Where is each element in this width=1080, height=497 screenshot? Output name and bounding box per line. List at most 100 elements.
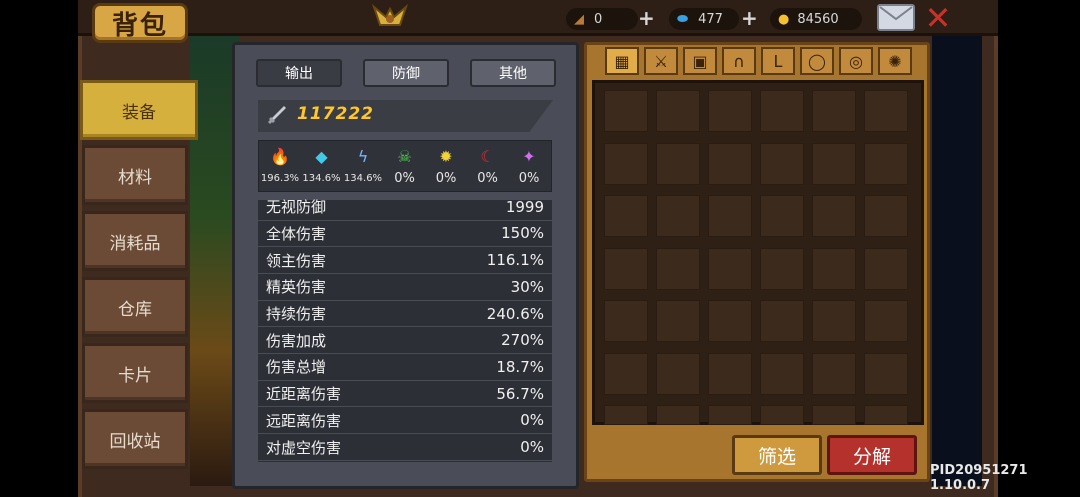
sidebar-item-warehouse[interactable]: 仓库: [82, 277, 188, 337]
inventory-slot[interactable]: [864, 90, 908, 132]
tab-other[interactable]: 其他: [470, 59, 556, 87]
stat-value: 116.1%: [486, 251, 544, 270]
inventory-slot[interactable]: [864, 195, 908, 237]
arcane-icon: ✦: [522, 147, 536, 166]
inventory-slot[interactable]: [812, 300, 856, 342]
ice-crystal-icon: ◆: [315, 147, 328, 166]
stat-value: 0%: [520, 411, 544, 430]
add-wood-button[interactable]: +: [638, 6, 655, 30]
sword-icon[interactable]: ⚔: [644, 47, 678, 75]
inventory-slot[interactable]: [708, 300, 752, 342]
inventory-slot[interactable]: [812, 195, 856, 237]
page-title: 背包: [92, 3, 188, 43]
poison-skull-icon: ☠: [397, 147, 412, 166]
inventory-slot[interactable]: [604, 90, 648, 132]
gear-accessory-icon[interactable]: ✺: [878, 47, 912, 75]
necklace-icon[interactable]: ◯: [800, 47, 834, 75]
decompose-button[interactable]: 分解: [827, 435, 917, 475]
combat-power: 117222: [297, 104, 374, 124]
sidebar-item-recycle[interactable]: 回收站: [82, 409, 188, 469]
inventory-slot[interactable]: [604, 405, 648, 425]
ring-icon[interactable]: ◎: [839, 47, 873, 75]
stat-name: 伤害总增: [266, 358, 327, 377]
inventory-slot[interactable]: [760, 352, 804, 395]
inventory-slot[interactable]: [812, 352, 856, 395]
inventory-slot[interactable]: [604, 142, 648, 185]
stat-row: 伤害总增 18.7%: [258, 354, 552, 381]
stat-value: 150%: [501, 224, 544, 243]
all-grid-icon[interactable]: ▦: [605, 47, 639, 75]
sidebar-item-equipment[interactable]: 装备: [80, 80, 198, 140]
inventory-slot[interactable]: [656, 405, 700, 425]
inventory-slot[interactable]: [864, 300, 908, 342]
add-gem-button[interactable]: +: [741, 6, 758, 30]
stat-name: 远距离伤害: [266, 411, 342, 430]
element-value: 0%: [518, 171, 540, 186]
stat-value: 1999: [505, 197, 544, 216]
stat-name: 近距离伤害: [266, 385, 342, 404]
wood-icon: ◢: [574, 11, 584, 27]
element-value: 0%: [394, 171, 415, 186]
inventory-slot[interactable]: [656, 300, 700, 342]
stat-name: 精英伤害: [266, 278, 327, 297]
close-icon[interactable]: ✕: [922, 2, 954, 34]
gold-count: 84560: [797, 11, 839, 27]
stat-row: 伤害加成 270%: [258, 328, 552, 354]
inventory-slot[interactable]: [760, 195, 804, 237]
stat-value: 0%: [520, 438, 544, 457]
inventory-slot[interactable]: [708, 352, 752, 395]
inventory-slot[interactable]: [604, 352, 648, 395]
inventory-slot[interactable]: [656, 142, 700, 185]
inventory-slot[interactable]: [708, 142, 752, 185]
inventory-slot[interactable]: [812, 247, 856, 290]
tab-defense[interactable]: 防御: [363, 59, 449, 87]
element-value: 196.3%: [260, 173, 300, 184]
tab-output[interactable]: 输出: [256, 59, 342, 87]
inventory-slot[interactable]: [760, 90, 804, 132]
stat-value: 18.7%: [496, 357, 544, 376]
gold-resource: ● 84560: [770, 8, 862, 30]
gem-count: 477: [698, 11, 723, 27]
inventory-slot[interactable]: [604, 300, 648, 342]
stat-row: 远距离伤害 0%: [258, 408, 552, 435]
element-value: 134.6%: [343, 173, 383, 184]
inventory-slot[interactable]: [656, 195, 700, 237]
inventory-slot[interactable]: [708, 247, 752, 290]
inventory-slot[interactable]: [760, 405, 804, 425]
inventory-slot[interactable]: [864, 405, 908, 425]
inventory-slot[interactable]: [760, 300, 804, 342]
helmet-icon[interactable]: ∩: [722, 47, 756, 75]
sun-icon: ✹: [439, 147, 453, 166]
inventory-slot[interactable]: [760, 247, 804, 290]
inventory-slot[interactable]: [812, 405, 856, 425]
inventory-slot[interactable]: [708, 90, 752, 132]
inventory-slot[interactable]: [656, 352, 700, 395]
inventory-slot[interactable]: [864, 142, 908, 185]
stat-row: 对虚空伤害 0%: [258, 434, 552, 461]
gem-resource: ⬬ 477: [669, 8, 739, 30]
mail-icon[interactable]: [877, 4, 915, 31]
gem-icon: ⬬: [677, 11, 689, 27]
filter-button[interactable]: 筛选: [732, 435, 822, 475]
sidebar-item-consumables[interactable]: 消耗品: [82, 211, 188, 271]
sidebar-item-cards[interactable]: 卡片: [82, 343, 188, 403]
inventory-slot[interactable]: [812, 142, 856, 185]
inventory-slot[interactable]: [656, 90, 700, 132]
inventory-slot[interactable]: [708, 405, 752, 425]
stat-name: 对虚空伤害: [266, 438, 342, 457]
element-value: 0%: [477, 171, 498, 186]
inventory-slot[interactable]: [812, 90, 856, 132]
sidebar-item-materials[interactable]: 材料: [82, 145, 188, 205]
armor-icon[interactable]: ▣: [683, 47, 717, 75]
inventory-slot[interactable]: [604, 195, 648, 237]
inventory-slot[interactable]: [604, 247, 648, 290]
inventory-slot[interactable]: [864, 352, 908, 395]
inventory-slot[interactable]: [760, 142, 804, 185]
element-value: 134.6%: [302, 173, 341, 184]
inventory-slot[interactable]: [864, 247, 908, 290]
boots-icon[interactable]: ᒪ: [761, 47, 795, 75]
stat-row: 全体伤害 150%: [258, 221, 552, 248]
inventory-slot[interactable]: [656, 247, 700, 290]
background-sky: [932, 36, 982, 486]
inventory-slot[interactable]: [708, 195, 752, 237]
